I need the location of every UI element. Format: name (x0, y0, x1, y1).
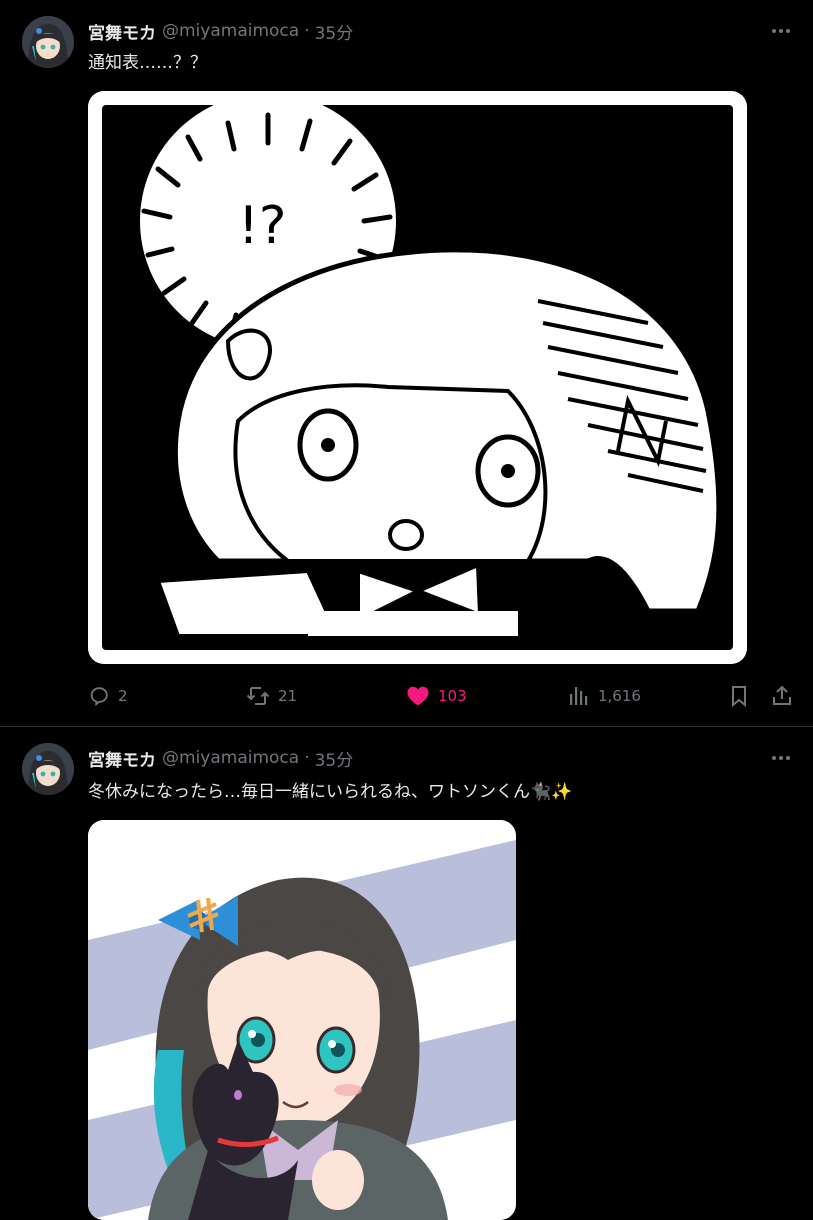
more-icon (772, 29, 790, 33)
tweet-text: 通知表……？？ (88, 53, 207, 73)
more-icon (772, 756, 790, 760)
tweet[interactable]: 宮舞モカ @miyamaimoca · 35分 通知表……？？ !? 2 21 … (0, 0, 813, 727)
timestamp[interactable]: 35分 (315, 746, 354, 771)
heart-filled-icon (407, 686, 429, 706)
more-options-button[interactable] (769, 19, 793, 43)
speech-text: !? (238, 196, 286, 256)
like-count: 103 (438, 687, 467, 705)
reply-count: 2 (118, 687, 128, 705)
manga-illustration: !? (88, 91, 747, 664)
bookmark-icon (732, 686, 746, 707)
avatar-image (22, 16, 74, 68)
avatar[interactable] (22, 743, 74, 795)
avatar-image (22, 743, 74, 795)
retweet-button[interactable]: 21 (246, 684, 297, 708)
separator-dot: · (304, 21, 310, 41)
views-button[interactable]: 1,616 (568, 684, 641, 708)
bookmark-button[interactable] (728, 684, 750, 708)
tweet[interactable]: 宮舞モカ @miyamaimoca · 35分 冬休みになったら…毎日一緒にいら… (0, 727, 813, 1220)
reply-button[interactable]: 2 (88, 684, 128, 708)
share-icon (773, 685, 791, 705)
avatar[interactable] (22, 16, 74, 68)
tweet-actions: 2 21 103 1,616 (88, 680, 793, 712)
timestamp[interactable]: 35分 (315, 19, 354, 44)
tweet-image[interactable]: !? (88, 91, 747, 664)
tweet-image[interactable] (88, 820, 516, 1220)
reply-icon (90, 687, 108, 707)
like-button[interactable]: 103 (406, 684, 467, 708)
tweet-text: 冬休みになったら…毎日一緒にいられるね、ワトソンくん🐈‍⬛✨ (88, 782, 573, 802)
author-handle[interactable]: @miyamaimoca (162, 21, 299, 41)
tweet-header: 宮舞モカ @miyamaimoca · 35分 (88, 17, 353, 45)
author-handle[interactable]: @miyamaimoca (162, 748, 299, 768)
separator-dot: · (304, 748, 310, 768)
author-name[interactable]: 宮舞モカ (88, 746, 156, 771)
retweet-icon (246, 687, 270, 705)
analytics-icon (570, 687, 588, 705)
tweet-header: 宮舞モカ @miyamaimoca · 35分 (88, 744, 353, 772)
anime-illustration (88, 820, 516, 1220)
author-name[interactable]: 宮舞モカ (88, 19, 156, 44)
view-count: 1,616 (598, 687, 641, 705)
retweet-count: 21 (278, 687, 298, 705)
more-options-button[interactable] (769, 746, 793, 770)
share-button[interactable] (771, 684, 793, 708)
